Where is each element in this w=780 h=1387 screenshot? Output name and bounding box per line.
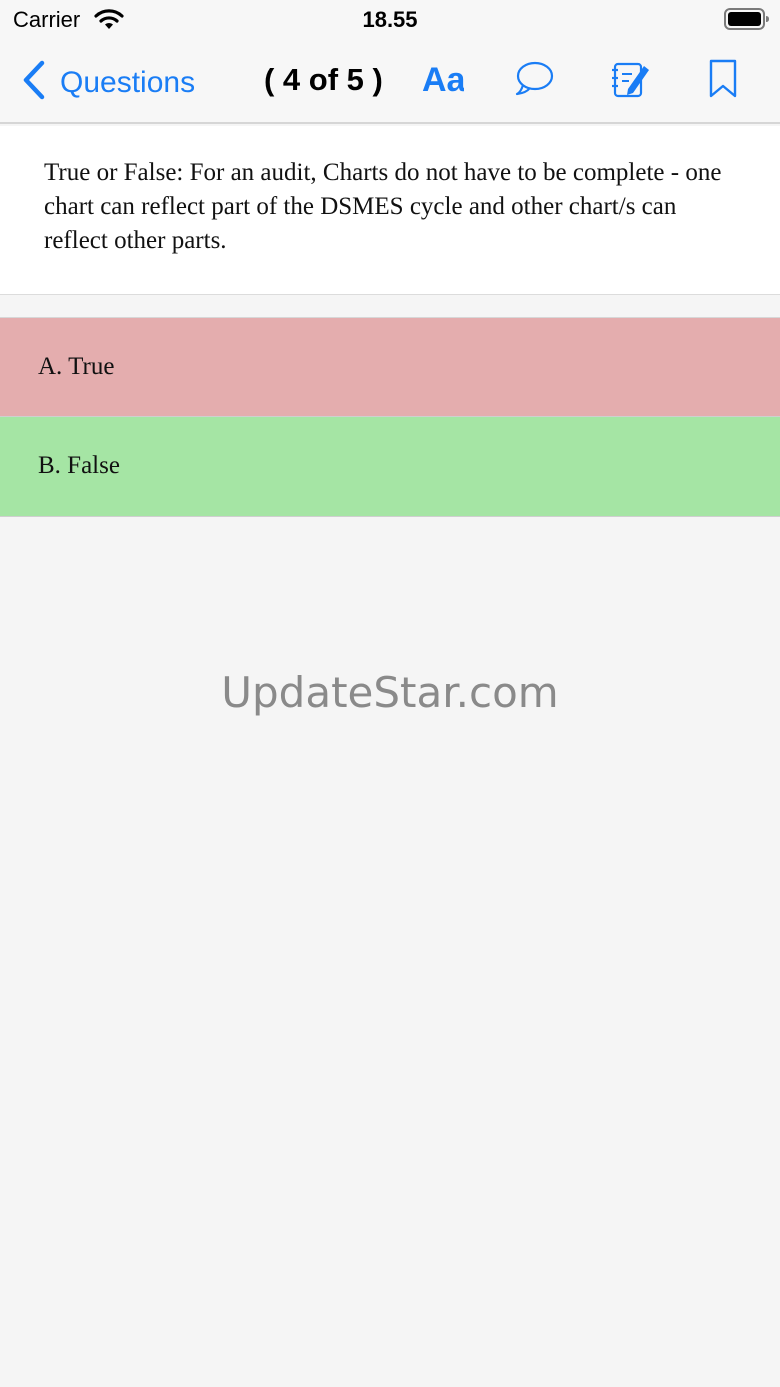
question-counter: ( 4 of 5 ) xyxy=(264,62,383,97)
question-card: True or False: For an audit, Charts do n… xyxy=(0,126,780,295)
battery-icon xyxy=(724,8,770,35)
speech-bubble-icon[interactable] xyxy=(514,60,556,103)
question-text: True or False: For an audit, Charts do n… xyxy=(44,159,722,254)
font-size-button[interactable]: Aa xyxy=(420,58,467,103)
answer-option-a[interactable]: A. True xyxy=(0,317,780,417)
clock: 18.55 xyxy=(362,7,418,32)
font-size-label: Aa xyxy=(422,61,464,98)
bookmark-icon[interactable] xyxy=(708,58,738,105)
back-button[interactable]: Questions xyxy=(20,60,195,105)
chevron-left-icon xyxy=(20,60,46,105)
navigation-bar: Questions ( 4 of 5 ) Aa xyxy=(0,44,780,124)
watermark: UpdateStar.com xyxy=(221,668,559,717)
answer-option-label: A. True xyxy=(38,353,115,380)
answer-option-label: B. False xyxy=(38,452,120,479)
back-button-label: Questions xyxy=(60,65,196,99)
notepad-pencil-icon[interactable] xyxy=(610,58,652,105)
answer-option-b[interactable]: B. False xyxy=(0,416,780,517)
status-bar: Carrier 18.55 xyxy=(0,0,780,44)
